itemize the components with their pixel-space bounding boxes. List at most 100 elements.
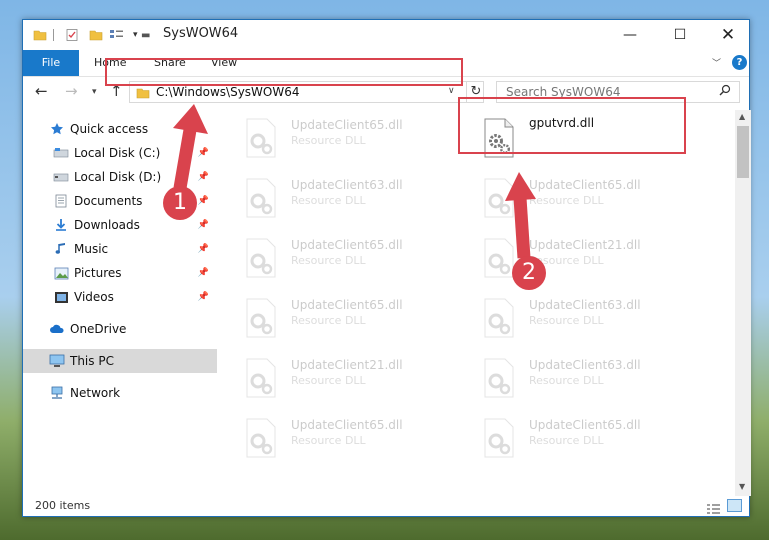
dll-file-icon xyxy=(246,238,276,278)
sidebar-item-pictures[interactable]: Pictures 📌 xyxy=(23,261,217,285)
chevron-down-icon[interactable]: ▾ xyxy=(133,26,138,44)
folder-icon[interactable] xyxy=(33,26,47,44)
address-path[interactable]: C:\Windows\SysWOW64 xyxy=(156,85,300,99)
sidebar-item-label: Documents xyxy=(74,194,143,208)
tab-file[interactable]: File xyxy=(23,50,79,76)
drive-icon xyxy=(51,147,71,159)
details-view-icon[interactable] xyxy=(706,500,721,519)
pin-icon[interactable]: 📌 xyxy=(198,292,209,302)
pin-icon[interactable]: 📌 xyxy=(198,148,209,158)
file-item[interactable]: UpdateClient21.dll Resource DLL xyxy=(473,230,703,286)
refresh-icon[interactable]: ↻ xyxy=(466,81,485,103)
search-box[interactable]: Search SysWOW64 xyxy=(496,81,740,103)
music-icon xyxy=(51,242,71,256)
file-name: UpdateClient65.dll xyxy=(291,238,403,252)
scrollbar-thumb[interactable] xyxy=(737,126,749,178)
computer-icon xyxy=(47,354,67,368)
scroll-down-icon[interactable]: ▼ xyxy=(739,482,745,491)
address-bar[interactable]: C:\Windows\SysWOW64 ∨ ↻ xyxy=(129,81,484,103)
file-item[interactable]: UpdateClient65.dll Resource DLL xyxy=(235,230,465,286)
file-name: UpdateClient65.dll xyxy=(529,418,641,432)
pictures-icon xyxy=(51,267,71,280)
documents-icon xyxy=(51,194,71,208)
videos-icon xyxy=(51,291,71,304)
sidebar-item-this-pc[interactable]: This PC xyxy=(23,349,217,373)
sidebar-item-label: Local Disk (C:) xyxy=(74,146,161,160)
file-item[interactable]: UpdateClient65.dll Resource DLL xyxy=(235,410,465,466)
file-name: UpdateClient21.dll xyxy=(529,238,641,252)
download-icon xyxy=(51,218,71,232)
large-icons-view-icon[interactable] xyxy=(727,499,742,512)
vertical-scrollbar[interactable]: ▲ ▼ xyxy=(735,110,751,496)
file-item[interactable]: UpdateClient65.dll Resource DLL xyxy=(473,410,703,466)
toolbar-separator xyxy=(53,29,54,41)
up-arrow-icon[interactable]: ↑ xyxy=(110,82,123,100)
file-name: UpdateClient21.dll xyxy=(291,358,403,372)
expand-ribbon-icon[interactable]: ﹀ xyxy=(712,56,721,69)
status-bar: 200 items xyxy=(23,496,749,516)
sidebar-item-local-disk-c[interactable]: Local Disk (C:) 📌 xyxy=(23,141,217,165)
file-item[interactable]: UpdateClient63.dll Resource DLL xyxy=(235,170,465,226)
file-item[interactable]: UpdateClient63.dll Resource DLL xyxy=(473,350,703,406)
file-type: Resource DLL xyxy=(529,314,604,327)
file-name: UpdateClient65.dll xyxy=(291,418,403,432)
dll-file-icon xyxy=(484,358,514,398)
pin-icon[interactable]: 📌 xyxy=(198,268,209,278)
dll-file-icon xyxy=(246,178,276,218)
sidebar-item-label: Quick access xyxy=(70,122,149,136)
tab-home[interactable]: Home xyxy=(94,50,126,76)
sidebar-item-quick-access[interactable]: Quick access xyxy=(23,117,217,141)
new-folder-icon[interactable] xyxy=(89,26,103,44)
properties-check-icon[interactable] xyxy=(65,26,79,44)
tab-share[interactable]: Share xyxy=(154,50,186,76)
callout-step-2: 2 xyxy=(512,256,546,290)
file-item[interactable]: UpdateClient65.dll Resource DLL xyxy=(473,170,703,226)
pin-icon[interactable]: 📌 xyxy=(198,172,209,182)
file-name: UpdateClient63.dll xyxy=(529,358,641,372)
sidebar-item-onedrive[interactable]: OneDrive xyxy=(23,317,217,341)
explorer-window: ▾ ▬ SysWOW64 — ☐ ✕ File Home Share View … xyxy=(22,19,751,517)
sidebar-item-label: Network xyxy=(70,386,121,400)
file-item[interactable]: UpdateClient65.dll Resource DLL xyxy=(235,290,465,346)
scroll-up-icon[interactable]: ▲ xyxy=(739,112,745,121)
drive-icon xyxy=(51,171,71,183)
dll-file-icon xyxy=(246,298,276,338)
file-type: Resource DLL xyxy=(291,434,366,447)
search-icon[interactable] xyxy=(719,84,731,100)
file-item-gputvrd[interactable]: gputvrd.dll xyxy=(473,110,703,166)
dll-file-icon xyxy=(246,358,276,398)
customize-toolbar-icon[interactable]: ▬ xyxy=(141,26,150,44)
file-item[interactable]: UpdateClient63.dll Resource DLL xyxy=(473,290,703,346)
search-input[interactable]: Search SysWOW64 xyxy=(506,85,620,99)
dll-file-icon xyxy=(484,118,514,158)
sidebar-item-network[interactable]: Network xyxy=(23,381,217,405)
view-options-icon[interactable] xyxy=(109,26,125,44)
file-name: gputvrd.dll xyxy=(529,116,595,130)
pin-icon[interactable]: 📌 xyxy=(198,244,209,254)
sidebar-item-local-disk-d[interactable]: Local Disk (D:) 📌 xyxy=(23,165,217,189)
pin-icon[interactable]: 📌 xyxy=(198,220,209,230)
file-item[interactable]: UpdateClient65.dll Resource DLL xyxy=(235,110,465,166)
file-type: Resource DLL xyxy=(529,434,604,447)
back-arrow-icon[interactable]: ← xyxy=(35,82,48,100)
navigation-bar: ← → ▾ ↑ C:\Windows\SysWOW64 ∨ ↻ Search S… xyxy=(23,76,749,108)
file-type: Resource DLL xyxy=(291,254,366,267)
sidebar-item-music[interactable]: Music 📌 xyxy=(23,237,217,261)
close-button[interactable]: ✕ xyxy=(705,20,751,50)
maximize-button[interactable]: ☐ xyxy=(657,20,703,50)
minimize-button[interactable]: — xyxy=(607,20,653,50)
forward-arrow-icon[interactable]: → xyxy=(65,82,78,100)
tab-view[interactable]: View xyxy=(211,50,237,76)
recent-locations-icon[interactable]: ▾ xyxy=(92,87,97,97)
file-name: UpdateClient65.dll xyxy=(529,178,641,192)
sidebar-item-videos[interactable]: Videos 📌 xyxy=(23,285,217,309)
file-type: Resource DLL xyxy=(291,194,366,207)
file-item[interactable]: UpdateClient21.dll Resource DLL xyxy=(235,350,465,406)
file-type: Resource DLL xyxy=(529,374,604,387)
chevron-down-icon[interactable]: ∨ xyxy=(448,86,455,96)
pin-icon[interactable]: 📌 xyxy=(198,196,209,206)
dll-file-icon xyxy=(484,298,514,338)
file-type: Resource DLL xyxy=(529,194,604,207)
help-button[interactable]: ? xyxy=(732,55,747,70)
dll-file-icon xyxy=(246,118,276,158)
